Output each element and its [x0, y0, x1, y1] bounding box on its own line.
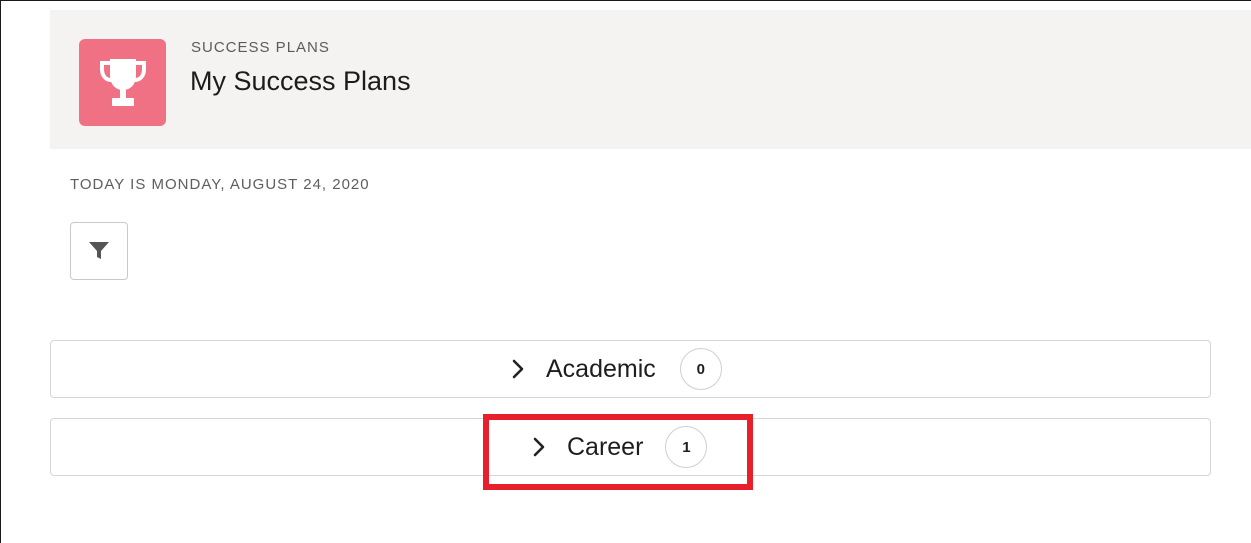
- header-eyebrow: SUCCESS PLANS: [191, 39, 330, 56]
- filter-icon: [89, 242, 109, 259]
- page-header: SUCCESS PLANS My Success Plans: [50, 10, 1251, 149]
- section-career-count-badge: 1: [665, 426, 708, 468]
- chevron-right-icon: [512, 359, 524, 379]
- filter-button[interactable]: [70, 222, 128, 280]
- page-title: My Success Plans: [190, 66, 411, 96]
- today-date-text: TODAY IS MONDAY, AUGUST 24, 2020: [70, 176, 370, 193]
- chevron-right-icon: [533, 437, 545, 457]
- section-career[interactable]: Career 1: [50, 418, 1211, 476]
- section-academic-label: Academic: [546, 354, 656, 383]
- section-academic-count-badge: 0: [679, 348, 722, 390]
- section-academic[interactable]: Academic 0: [50, 340, 1211, 398]
- app-icon: [79, 39, 166, 126]
- trophy-icon: [99, 58, 146, 106]
- section-career-label: Career: [567, 432, 644, 461]
